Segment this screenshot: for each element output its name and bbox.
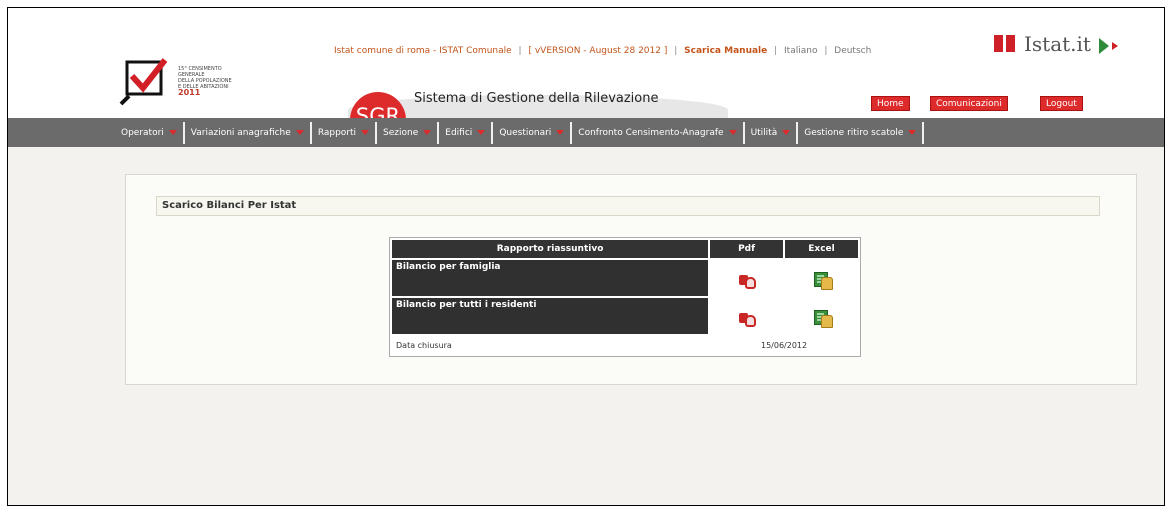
italy-flag-icon: [1099, 38, 1109, 54]
istat-logo-icon: [994, 35, 1003, 52]
excel-download-cell[interactable]: [785, 260, 858, 296]
pdf-lock-icon[interactable]: [736, 310, 758, 328]
nav-label: Questionari: [499, 127, 552, 138]
top-links-bar: Istat comune di roma - ISTAT Comunale | …: [334, 46, 872, 56]
header-excel: Excel: [785, 240, 858, 258]
dropdown-arrow-icon: [168, 130, 177, 135]
nav-item-variazioni-anagrafiche[interactable]: Variazioni anagrafiche: [185, 121, 312, 144]
dropdown-arrow-icon: [295, 130, 304, 135]
pdf-lock-icon[interactable]: [736, 272, 758, 290]
nav-label: Rapporti: [317, 127, 357, 138]
lang-italian-link[interactable]: Italiano: [784, 46, 817, 56]
dropdown-arrow-icon: [477, 130, 486, 135]
nav-item-edifici[interactable]: Edifici: [439, 121, 494, 144]
nav-label: Variazioni anagrafiche: [190, 127, 291, 138]
census-logo-text: 15° CENSIMENTO GENERALE DELLA POPOLAZION…: [178, 66, 232, 90]
dropdown-arrow-icon: [782, 130, 791, 135]
app-title: Sistema di Gestione della Rilevazione: [414, 91, 659, 106]
pdf-download-cell[interactable]: [710, 298, 783, 334]
pdf-download-cell[interactable]: [710, 260, 783, 296]
section-title: Scarico Bilanci Per Istat: [156, 196, 1100, 216]
nav-item-confronto-censimento-anagrafe[interactable]: Confronto Censimento-Anagrafe: [572, 121, 745, 144]
nav-label: Gestione ritiro scatole: [804, 127, 904, 138]
header-report: Rapporto riassuntivo: [392, 240, 709, 258]
nav-label: Edifici: [445, 127, 473, 138]
istat-logo-text: Istat.it: [1024, 32, 1091, 56]
main-nav: Operatori Variazioni anagrafiche Rapport…: [8, 118, 1164, 147]
content-panel: Scarico Bilanci Per Istat Rapporto riass…: [125, 174, 1137, 385]
row-label: Bilancio per tutti i residenti: [392, 298, 709, 334]
comunicazioni-button[interactable]: Comunicazioni: [930, 96, 1008, 111]
row-label: Bilancio per famiglia: [392, 260, 709, 296]
manual-download-link[interactable]: Scarica Manuale: [684, 46, 767, 56]
nav-label: Operatori: [121, 127, 164, 138]
nav-item-sezione[interactable]: Sezione: [377, 121, 440, 144]
excel-download-cell[interactable]: [785, 298, 858, 334]
nav-item-gestione-ritiro-scatole[interactable]: Gestione ritiro scatole: [798, 121, 925, 144]
table-footer-row: Data chiusura 15/06/2012: [392, 336, 858, 354]
nav-item-questionari[interactable]: Questionari: [493, 121, 573, 144]
census-checkbox-logo-icon: [119, 58, 168, 106]
excel-lock-icon[interactable]: [811, 270, 833, 290]
istat-logo-icon-2: [1006, 35, 1015, 52]
nav-label: Sezione: [383, 127, 419, 138]
nav-item-rapporti[interactable]: Rapporti: [312, 121, 378, 144]
report-table: Rapporto riassuntivo Pdf Excel Bilancio …: [389, 237, 861, 357]
census-logo-year: 2011: [178, 88, 201, 97]
user-link[interactable]: Istat comune di roma: [334, 46, 430, 56]
dropdown-arrow-icon: [908, 130, 917, 135]
closing-date-label: Data chiusura: [396, 340, 452, 350]
logout-button[interactable]: Logout: [1040, 96, 1083, 111]
nav-item-utilita[interactable]: Utilità: [745, 121, 799, 144]
app-frame: 15° CENSIMENTO GENERALE DELLA POPOLAZION…: [7, 7, 1165, 506]
lang-german-link[interactable]: Deutsch: [834, 46, 871, 56]
italy-flag-icon-red: [1112, 42, 1118, 50]
dropdown-arrow-icon: [361, 130, 370, 135]
dropdown-arrow-icon: [728, 130, 737, 135]
version-label: [ vVERSION - August 28 2012 ]: [528, 46, 668, 56]
role-label: ISTAT Comunale: [439, 46, 512, 56]
nav-label: Confronto Censimento-Anagrafe: [578, 127, 724, 138]
header: 15° CENSIMENTO GENERALE DELLA POPOLAZION…: [8, 8, 1164, 132]
table-header-row: Rapporto riassuntivo Pdf Excel: [392, 240, 858, 258]
closing-date-value: 15/06/2012: [760, 340, 808, 350]
table-row: Bilancio per famiglia: [392, 260, 858, 296]
excel-lock-icon[interactable]: [811, 308, 833, 328]
header-pdf: Pdf: [710, 240, 784, 258]
nav-item-operatori[interactable]: Operatori: [115, 121, 185, 144]
nav-label: Utilità: [750, 127, 778, 138]
dropdown-arrow-icon: [423, 130, 432, 135]
dropdown-arrow-icon: [556, 130, 565, 135]
table-row: Bilancio per tutti i residenti: [392, 298, 858, 334]
home-button[interactable]: Home: [871, 96, 910, 111]
